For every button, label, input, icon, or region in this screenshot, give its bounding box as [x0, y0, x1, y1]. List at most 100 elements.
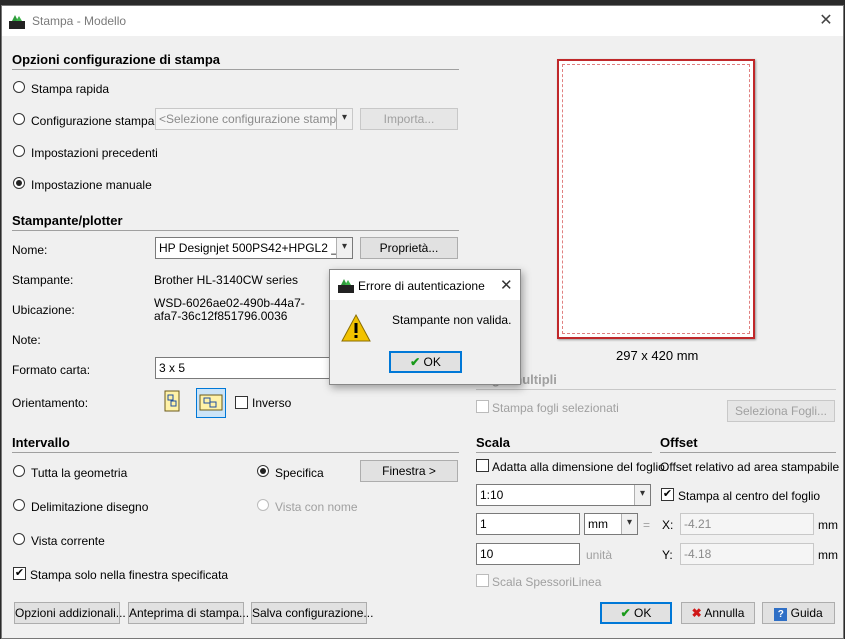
printer-name-value: HP Designjet 500PS42+HPGL2 _LAN: [159, 241, 353, 255]
named-view-label: Vista con nome: [275, 500, 358, 514]
properties-button[interactable]: Proprietà...: [360, 237, 458, 259]
scale-dropdown[interactable]: 1:10 ▾: [476, 484, 651, 506]
warning-icon: [341, 313, 371, 342]
print-config-label: Configurazione stampa:: [31, 114, 158, 128]
scale-value1: 1: [480, 517, 487, 531]
multi-sheet-divider: [476, 389, 836, 390]
previous-settings-label: Impostazioni precedenti: [31, 146, 158, 160]
only-window-label: Stampa solo nella finestra specificata: [30, 568, 229, 582]
only-window-checkbox[interactable]: ✔: [13, 567, 26, 580]
save-config-button[interactable]: Salva configurazione...: [251, 602, 373, 624]
all-geometry-radio[interactable]: [13, 465, 25, 477]
center-on-paper-checkbox[interactable]: ✔: [661, 488, 674, 501]
orientation-label: Orientamento:: [12, 396, 89, 410]
checkmark-icon: ✔: [410, 355, 421, 369]
print-preview-button[interactable]: Anteprima di stampa...: [128, 602, 249, 624]
landscape-icon: [199, 394, 223, 411]
portrait-orientation-button[interactable]: [159, 388, 185, 414]
print-config-radio[interactable]: [13, 113, 25, 125]
line-weight-scale-checkbox[interactable]: [476, 574, 489, 587]
app-logo-icon: [338, 279, 354, 293]
scale-value2-input[interactable]: 10: [476, 543, 580, 565]
print-config-dropdown[interactable]: <Selezione configurazione stampa> ▾: [155, 108, 353, 130]
offset-y-unit: mm: [818, 548, 838, 562]
offset-y-label: Y:: [662, 548, 673, 562]
inverse-label: Inverso: [252, 396, 292, 410]
error-ok-button[interactable]: ✔ OK: [389, 351, 462, 373]
scale-unit-value: mm: [588, 517, 608, 531]
window-button[interactable]: Finestra >: [360, 460, 458, 482]
chevron-down-icon: ▾: [336, 109, 352, 129]
checkmark-icon: ✔: [620, 606, 631, 620]
close-icon[interactable]: ✕: [500, 276, 513, 294]
drawing-extents-label: Delimitazione disegno: [31, 500, 149, 514]
quick-print-radio[interactable]: [13, 81, 25, 93]
landscape-orientation-button[interactable]: [196, 388, 226, 418]
paper-size-dropdown[interactable]: 3 x 5: [155, 357, 355, 379]
scale-divider: [476, 452, 652, 453]
printer-label: Stampante:: [12, 273, 74, 287]
manual-settings-label: Impostazione manuale: [31, 178, 152, 192]
location-label: Ubicazione:: [12, 303, 75, 317]
print-selected-sheets-checkbox[interactable]: [476, 400, 489, 413]
offset-heading: Offset: [660, 435, 698, 450]
center-on-paper-label: Stampa al centro del foglio: [678, 489, 821, 503]
offset-divider: [660, 452, 836, 453]
scale-unit-dropdown[interactable]: mm ▾: [584, 513, 638, 535]
fit-to-paper-checkbox[interactable]: [476, 459, 489, 472]
help-button[interactable]: ? Guida: [762, 602, 835, 624]
current-view-label: Vista corrente: [31, 534, 105, 548]
error-ok-label: OK: [423, 355, 441, 369]
drawing-extents-radio[interactable]: [13, 499, 25, 511]
import-button[interactable]: Importa...: [360, 108, 458, 130]
offset-y-value: -4.18: [684, 547, 712, 561]
ok-button[interactable]: ✔ OK: [600, 602, 672, 624]
scale-value1-input[interactable]: 1: [476, 513, 580, 535]
paper-size-label: Formato carta:: [12, 363, 91, 377]
scale-value: 1:10: [480, 488, 504, 502]
offset-x-value: -4.21: [684, 517, 712, 531]
print-config-value: <Selezione configurazione stampa>: [159, 112, 350, 126]
interval-divider: [12, 452, 459, 453]
close-icon: ✖: [691, 606, 702, 620]
offset-y-input[interactable]: -4.18: [680, 543, 814, 565]
offset-x-unit: mm: [818, 518, 838, 532]
close-icon[interactable]: ✕: [815, 10, 837, 32]
app-logo-icon: [9, 13, 25, 29]
more-options-button[interactable]: Opzioni addizionali...: [14, 602, 126, 624]
title-bar: Stampa - Modello ✕: [2, 6, 843, 36]
print-selected-sheets-label: Stampa fogli selezionati: [492, 401, 619, 415]
location-value-line1: WSD-6026ae02-490b-44a7-: [154, 296, 305, 310]
interval-heading: Intervallo: [12, 435, 70, 450]
cancel-button[interactable]: ✖ Annulla: [681, 602, 755, 624]
chevron-down-icon: ▾: [621, 514, 637, 534]
paper-size-value: 3 x 5: [159, 361, 186, 375]
error-message: Stampante non valida.: [392, 313, 512, 327]
offset-x-label: X:: [662, 518, 674, 532]
offset-relative-label: Offset relativo ad area stampabile: [660, 460, 840, 474]
specified-radio[interactable]: [257, 465, 269, 477]
printer-name-dropdown[interactable]: HP Designjet 500PS42+HPGL2 _LAN ▾: [155, 237, 353, 259]
manual-settings-radio[interactable]: [13, 177, 25, 189]
select-sheets-button[interactable]: Seleziona Fogli...: [727, 400, 835, 422]
options-heading: Opzioni configurazione di stampa: [12, 52, 221, 67]
named-view-radio[interactable]: [257, 499, 269, 511]
inverse-checkbox[interactable]: [235, 396, 248, 409]
cancel-label: Annulla: [704, 606, 745, 620]
offset-x-input[interactable]: -4.21: [680, 513, 814, 535]
current-view-radio[interactable]: [13, 533, 25, 545]
specified-label: Specifica: [275, 466, 324, 480]
chevron-down-icon: ▾: [634, 485, 650, 505]
help-icon: ?: [774, 608, 788, 621]
error-dialog: Errore di autenticazione ✕ Stampante non…: [329, 269, 521, 385]
equals-sign: =: [643, 518, 651, 532]
notes-label: Note:: [12, 333, 41, 347]
line-weight-scale-label: Scala SpessoriLinea: [492, 575, 602, 589]
options-divider: [12, 69, 459, 70]
paper-size-caption: 297 x 420 mm: [616, 348, 699, 363]
previous-settings-radio[interactable]: [13, 145, 25, 157]
printer-value: Brother HL-3140CW series: [154, 273, 299, 287]
window-title: Stampa - Modello: [32, 14, 127, 28]
paper-preview: [557, 59, 755, 339]
quick-print-label: Stampa rapida: [31, 82, 110, 96]
